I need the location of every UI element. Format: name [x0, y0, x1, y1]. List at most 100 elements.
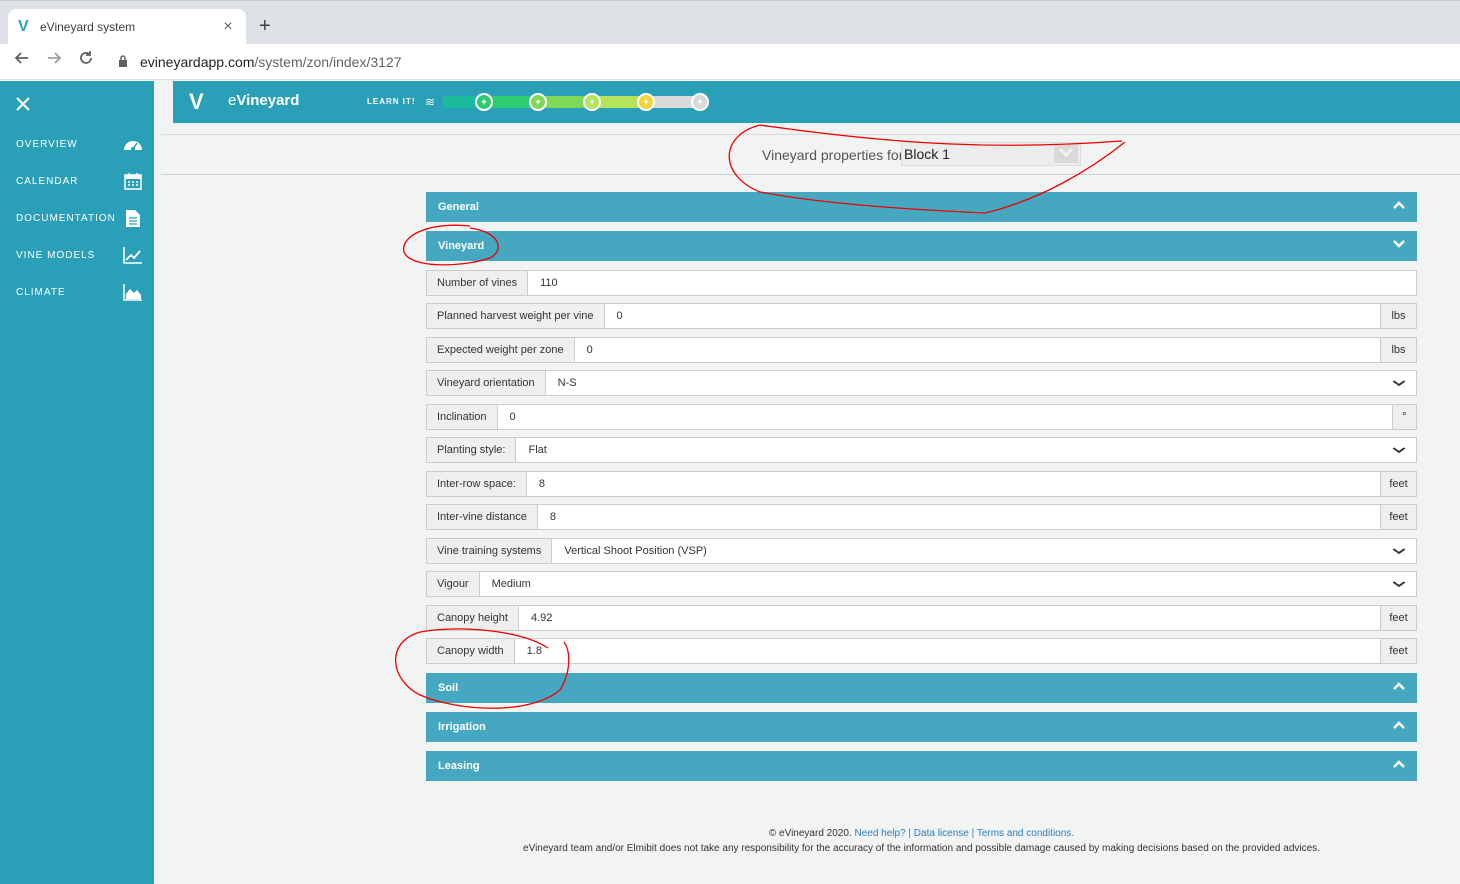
- evineyard-logo-icon[interactable]: V: [189, 89, 204, 115]
- url-field[interactable]: evineyardapp.com/system/zon/index/3127: [108, 48, 1460, 76]
- inclination-input[interactable]: 0: [496, 404, 1393, 430]
- reload-icon[interactable]: [74, 50, 98, 71]
- step-pruning-icon[interactable]: ✦: [475, 93, 493, 111]
- learning-stepper: ≋ ✦ ✦ ✦ ✦ ✦: [425, 93, 709, 111]
- select-value: Vertical Shoot Position (VSP): [564, 545, 707, 557]
- footer-links: © eVineyard 2020. Need help? | Data lice…: [426, 826, 1417, 841]
- brand-name: eVineyard: [228, 92, 299, 109]
- select-value: N-S: [557, 377, 577, 389]
- inter-row-input[interactable]: 8: [525, 471, 1381, 497]
- orientation-row: Vineyard orientation N-S: [426, 370, 1417, 396]
- sidebar-item-documentation[interactable]: DOCUMENTATION: [0, 203, 154, 233]
- close-menu-icon[interactable]: [14, 93, 32, 119]
- section-general-header[interactable]: General: [426, 192, 1417, 222]
- field-label: Vine training systems: [426, 538, 552, 564]
- select-value: Flat: [528, 444, 547, 456]
- planned-harvest-input[interactable]: 0: [603, 303, 1381, 329]
- field-label: Inter-row space:: [426, 471, 526, 497]
- field-label: Inter-vine distance: [426, 504, 537, 530]
- data-license-link[interactable]: Data license: [914, 828, 969, 839]
- vigour-select[interactable]: Medium: [478, 571, 1417, 597]
- canopy-width-row: Canopy width 1.8 feet: [426, 638, 1417, 664]
- block-select-value: Block 1: [904, 146, 950, 162]
- number-of-vines-input[interactable]: 110: [527, 270, 1417, 296]
- sprinkler-step-icon[interactable]: ≋: [425, 95, 435, 109]
- browser-tab[interactable]: V eVineyard system ×: [8, 9, 246, 45]
- expected-weight-row: Expected weight per zone 0 lbs: [426, 337, 1417, 363]
- unit-label: °: [1393, 404, 1417, 430]
- back-arrow-icon[interactable]: [10, 50, 34, 71]
- document-icon: [122, 208, 144, 228]
- separator: |: [905, 828, 914, 839]
- chevron-up-icon: [1393, 680, 1405, 694]
- step-sun-icon[interactable]: ✦: [637, 93, 655, 111]
- orientation-select[interactable]: N-S: [544, 370, 1417, 396]
- forward-arrow-icon[interactable]: [42, 50, 66, 71]
- app-header: V eVineyard LEARN IT! ≋ ✦ ✦ ✦ ✦ ✦: [173, 81, 1460, 123]
- footer: © eVineyard 2020. Need help? | Data lice…: [426, 826, 1417, 856]
- section-soil-header[interactable]: Soil: [426, 673, 1417, 703]
- vigour-row: Vigour Medium: [426, 571, 1417, 597]
- disclaimer: eVineyard team and/or Elmibit does not t…: [523, 843, 1320, 854]
- field-label: Planned harvest weight per vine: [426, 303, 604, 329]
- section-title: Leasing: [438, 760, 480, 772]
- chevron-down-icon: [1392, 443, 1406, 457]
- select-value: Medium: [491, 578, 531, 590]
- copyright: © eVineyard 2020.: [768, 828, 852, 839]
- expected-weight-input[interactable]: 0: [573, 337, 1381, 363]
- new-tab-button[interactable]: +: [259, 15, 271, 38]
- lock-icon: [118, 54, 128, 70]
- section-leasing-header[interactable]: Leasing: [426, 751, 1417, 781]
- field-label: Canopy width: [426, 638, 514, 664]
- close-tab-icon[interactable]: ×: [220, 18, 236, 36]
- step-harvest-icon[interactable]: ✦: [583, 93, 601, 111]
- unit-label: lbs: [1381, 303, 1417, 329]
- section-title: Vineyard: [438, 240, 485, 252]
- need-help-link[interactable]: Need help?: [854, 828, 905, 839]
- sidebar-item-calendar[interactable]: CALENDAR: [0, 166, 154, 196]
- properties-label: Vineyard properties for: [762, 147, 904, 163]
- unit-label: feet: [1381, 605, 1417, 631]
- chevron-down-icon: [1054, 145, 1078, 163]
- section-title: Irrigation: [438, 721, 486, 733]
- section-irrigation-header[interactable]: Irrigation: [426, 712, 1417, 742]
- sidebar-item-vine-models[interactable]: VINE MODELS: [0, 240, 154, 270]
- unit-label: feet: [1381, 504, 1417, 530]
- sidebar-item-label: CALENDAR: [16, 175, 79, 187]
- planting-style-select[interactable]: Flat: [515, 437, 1417, 463]
- field-label: Vigour: [426, 571, 479, 597]
- chevron-down-icon: [1392, 376, 1406, 390]
- step-walking-icon[interactable]: ✦: [529, 93, 547, 111]
- chevron-up-icon: [1393, 719, 1405, 733]
- section-vineyard-header[interactable]: Vineyard: [426, 231, 1417, 261]
- sidebar-item-overview[interactable]: OVERVIEW: [0, 129, 154, 159]
- learn-it-label: LEARN IT!: [367, 97, 416, 106]
- sidebar-item-label: OVERVIEW: [16, 138, 78, 150]
- section-title: General: [438, 201, 479, 213]
- field-label: Expected weight per zone: [426, 337, 574, 363]
- calendar-icon: [122, 171, 144, 191]
- step-final-icon[interactable]: ✦: [691, 93, 709, 111]
- inter-vine-input[interactable]: 8: [536, 504, 1381, 530]
- sidebar-item-label: DOCUMENTATION: [16, 212, 116, 224]
- chevron-down-icon: [1392, 577, 1406, 591]
- terms-link[interactable]: Terms and conditions.: [977, 828, 1074, 839]
- sidebar-item-label: VINE MODELS: [16, 249, 96, 261]
- tab-title: eVineyard system: [40, 20, 136, 34]
- sidebar: OVERVIEW CALENDAR DOCUMENTATION VINE MOD…: [0, 81, 154, 884]
- field-label: Inclination: [426, 404, 497, 430]
- canopy-height-input[interactable]: 4.92: [517, 605, 1381, 631]
- inter-vine-row: Inter-vine distance 8 feet: [426, 504, 1417, 530]
- url-path: /system/zon/index/3127: [254, 54, 402, 70]
- chevron-down-icon: [1393, 238, 1405, 252]
- chevron-down-icon: [1392, 544, 1406, 558]
- training-row: Vine training systems Vertical Shoot Pos…: [426, 538, 1417, 564]
- sidebar-item-climate[interactable]: CLIMATE: [0, 277, 154, 307]
- field-label: Planting style:: [426, 437, 516, 463]
- training-select[interactable]: Vertical Shoot Position (VSP): [551, 538, 1417, 564]
- canopy-width-input[interactable]: 1.8: [513, 638, 1381, 664]
- block-select[interactable]: Block 1: [901, 142, 1081, 166]
- number-of-vines-row: Number of vines 110: [426, 270, 1417, 296]
- url-domain: evineyardapp.com: [140, 54, 255, 70]
- canopy-height-row: Canopy height 4.92 feet: [426, 605, 1417, 631]
